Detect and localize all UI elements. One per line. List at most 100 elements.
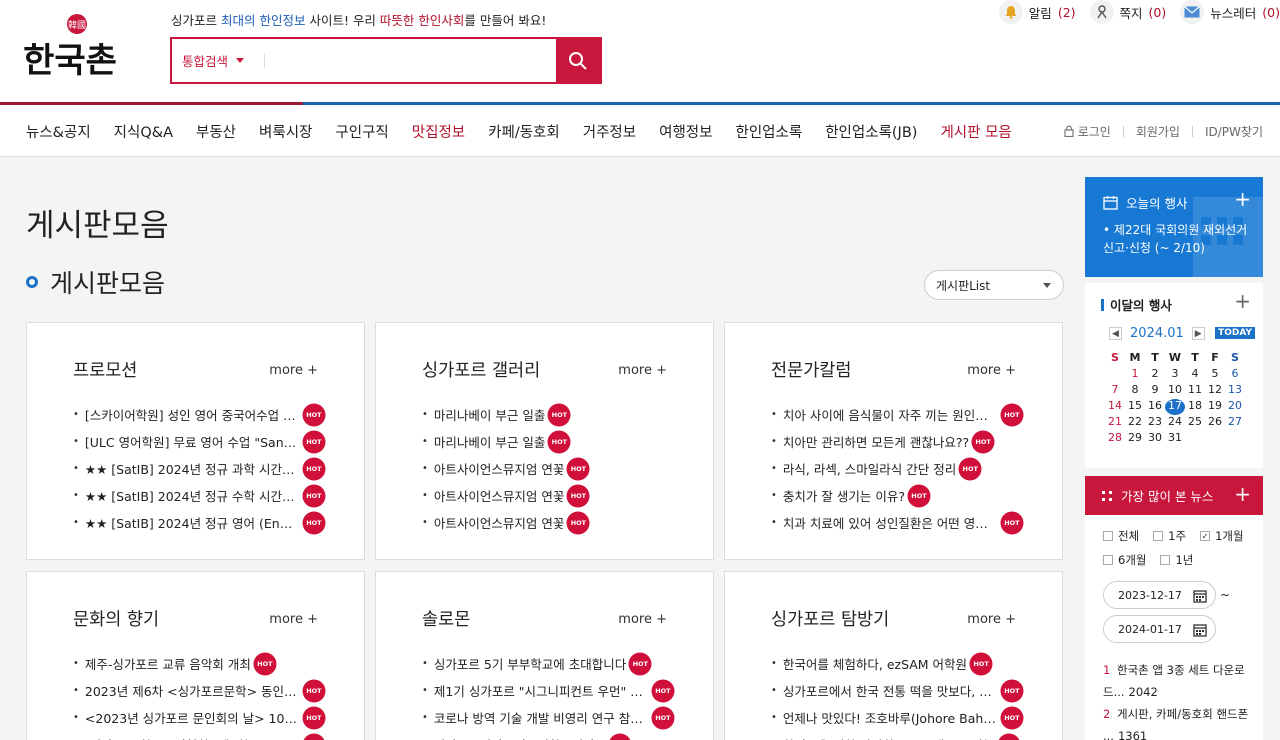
calendar-day[interactable]: 8 [1125, 383, 1145, 399]
news-title[interactable]: 한국촌 앱 3종 세트 다운로드... [1103, 663, 1245, 699]
list-item[interactable]: • 2023년 제6차 <싱가포르문학> 동인지 출간 HOT [73, 677, 335, 704]
calendar-day[interactable]: 11 [1185, 383, 1205, 399]
post-title[interactable]: 치과 치료에 있어 성인질환은 어떤 영향을 주나 [783, 513, 998, 532]
calendar-day[interactable]: 3 [1165, 367, 1185, 383]
calendar-day[interactable]: 13 [1225, 383, 1245, 399]
calendar-day[interactable]: 2 [1145, 367, 1165, 383]
list-item[interactable]: •[싱가포르 한국문인협회] 제4회 2023 문학상HOT [73, 731, 335, 740]
post-title[interactable]: 아트사이언스뮤지엄 연꽃 [434, 513, 564, 532]
message-link[interactable]: 쪽지 (0) [1089, 0, 1166, 24]
today-button[interactable]: TODAY [1215, 327, 1255, 339]
period-option[interactable]: 6개월 [1103, 552, 1146, 568]
calendar-icon[interactable] [1193, 623, 1207, 637]
more-link[interactable]: more + [269, 612, 318, 627]
period-option[interactable]: 1년 [1160, 552, 1193, 568]
popular-more-plus-icon[interactable]: + [1234, 482, 1251, 506]
calendar-day[interactable]: 15 [1125, 399, 1145, 415]
post-title[interactable]: 마리나베이 부근 일출 [434, 405, 545, 424]
login-link[interactable]: 로그인 [1078, 123, 1111, 140]
list-item[interactable]: • 치과 치료에 있어 성인질환은 어떤 영향을 주나HOT [771, 509, 1033, 536]
checkbox-icon[interactable] [1160, 555, 1171, 565]
post-title[interactable]: 언제나 맛있다! 조호바루(Johore Bahru) [783, 708, 998, 727]
nav-item-boards[interactable]: 게시판 모음 [940, 121, 1011, 142]
nav-item-realestate[interactable]: 부동산 [196, 121, 236, 142]
notification-link[interactable]: 알림 (2) [998, 0, 1076, 24]
calendar-day[interactable]: 23 [1145, 415, 1165, 431]
list-item[interactable]: • ★★ [SatIB] 2024년 정규 수학 시간표 안내 HOT [73, 482, 335, 509]
list-item[interactable]: • 마리나베이 부근 일출 HOT [422, 428, 684, 455]
post-title[interactable]: 치아만 관리하면 모든게 괜찮나요?? [783, 432, 969, 451]
calendar-day[interactable]: 4 [1185, 367, 1205, 383]
post-title[interactable]: [ULC 영어학원] 무료 영어 수업 "Sandy 선생님" [85, 432, 300, 451]
list-item[interactable]: • 싱가포르에서 한국 전통 떡을 맛보다, 떡집 HOT [771, 677, 1033, 704]
calendar-day[interactable]: 14 [1105, 399, 1125, 415]
list-item[interactable]: • 아트사이언스뮤지엄 연꽃 HOT [422, 482, 684, 509]
find-account-link[interactable]: ID/PW찾기 [1205, 123, 1263, 140]
search-button[interactable] [556, 39, 600, 82]
post-title[interactable]: 제주-싱가포르 교류 음악회 개최 [85, 654, 251, 673]
list-item[interactable]: • ★★ [SatIB] 2024년 정규 영어 (English) 안내HOT [73, 509, 335, 536]
post-title[interactable]: 충치가 잘 생기는 이유? [783, 486, 905, 505]
nav-item-qna[interactable]: 지식Q&A [114, 121, 173, 142]
post-title[interactable]: 마리나베이 부근 일출 [434, 432, 545, 451]
post-title[interactable]: ★★ [SatIB] 2024년 정규 수학 시간표 안내 [85, 486, 300, 505]
post-title[interactable]: 싱가포르에서 한국 전통 떡을 맛보다, 떡집 [783, 681, 998, 700]
list-item[interactable]: 2 게시판, 카페/동호회 핸드폰 ... 1361 [1103, 703, 1253, 740]
calendar-day[interactable]: 6 [1225, 367, 1245, 383]
board-card-title[interactable]: 솔로몬 [422, 606, 470, 631]
calendar-icon[interactable] [1193, 589, 1207, 603]
board-card-title[interactable]: 전문가칼럼 [771, 357, 852, 382]
list-item[interactable]: • 치아만 관리하면 모든게 괜찮나요?? HOT [771, 428, 1033, 455]
board-card-title[interactable]: 싱가포르 탐방기 [771, 606, 889, 631]
post-title[interactable]: 코로나 방역 기술 개발 비영리 연구 참가자 모집 [434, 708, 649, 727]
more-link[interactable]: more + [269, 363, 318, 378]
list-item[interactable]: • 라식, 라섹, 스마일라식 간단 정리 HOT [771, 455, 1033, 482]
signup-link[interactable]: 회원가입 [1136, 123, 1180, 140]
calendar-day[interactable]: 1 [1125, 367, 1145, 383]
board-card-title[interactable]: 프로모션 [73, 357, 137, 382]
newsletter-link[interactable]: 뉴스레터 (0) [1180, 0, 1280, 24]
calendar-day[interactable]: 9 [1145, 383, 1165, 399]
nav-item-restaurants[interactable]: 맛집정보 [412, 121, 465, 142]
list-item[interactable]: • 아트사이언스뮤지엄 연꽃 HOT [422, 509, 684, 536]
post-title[interactable]: ★★ [SatIB] 2024년 정규 과학 시간표 안내 [85, 459, 300, 478]
nav-item-directory-jb[interactable]: 한인업소록(JB) [825, 121, 917, 142]
calendar-day[interactable]: 26 [1205, 415, 1225, 431]
list-item[interactable]: • 한국어를 체험하다, ezSAM 어학원 HOT [771, 650, 1033, 677]
post-title[interactable]: [스카이어학원] 성인 영어 중국어수업 개강 [85, 405, 300, 424]
calendar-day[interactable]: 17 [1165, 399, 1185, 415]
more-link[interactable]: more + [618, 612, 667, 627]
list-item[interactable]: 1 한국촌 앱 3종 세트 다운로드... 2042 [1103, 659, 1253, 703]
calendar-day[interactable]: 7 [1105, 383, 1125, 399]
calendar-day[interactable]: 29 [1125, 431, 1145, 447]
post-title[interactable]: [싱가포르 한국문인협회] 제4회 2023 문학상 [85, 735, 300, 740]
date-to-field[interactable]: 2024-01-17 [1103, 615, 1216, 643]
calendar-day[interactable]: 27 [1225, 415, 1245, 431]
post-title[interactable]: 아트사이언스뮤지엄 연꽃 [434, 486, 564, 505]
nav-item-living[interactable]: 거주정보 [583, 121, 636, 142]
period-option[interactable]: 1주 [1153, 528, 1186, 544]
post-title[interactable]: 아트사이언스뮤지엄 연꽃 [434, 459, 564, 478]
calendar-day[interactable]: 10 [1165, 383, 1185, 399]
post-title[interactable]: ★★ [SatIB] 2024년 정규 영어 (English) 안내 [85, 513, 300, 532]
list-item[interactable]: • 코로나 방역 기술 개발 비영리 연구 참가자 모집HOT [422, 704, 684, 731]
post-title[interactable]: 싱가포르이라크정유원활주빈사로 [434, 735, 607, 740]
post-title[interactable]: <2023년 싱가포르 문인회의 날> 10월 개최 [85, 708, 300, 727]
board-card-title[interactable]: 문화의 향기 [73, 606, 159, 631]
calendar-day[interactable]: 28 [1105, 431, 1125, 447]
calendar-day[interactable]: 16 [1145, 399, 1165, 415]
calendar-day[interactable]: 12 [1205, 383, 1225, 399]
month-more-plus-icon[interactable]: + [1234, 289, 1251, 313]
more-link[interactable]: more + [618, 363, 667, 378]
period-option[interactable]: ✓ 1개월 [1200, 528, 1244, 544]
board-card-title[interactable]: 싱가포르 갤러리 [422, 357, 540, 382]
board-list-select[interactable]: 게시판List [924, 270, 1064, 300]
list-item[interactable]: • <2023년 싱가포르 문인회의 날> 10월 개최 HOT [73, 704, 335, 731]
more-link[interactable]: more + [967, 612, 1016, 627]
list-item[interactable]: • [스카이어학원] 성인 영어 중국어수업 개강 HOT [73, 401, 335, 428]
post-title[interactable]: 치아 사이에 음식물이 자주 끼는 원인과 해결 [783, 405, 998, 424]
more-link[interactable]: more + [967, 363, 1016, 378]
prev-month-icon[interactable]: ◀ [1109, 327, 1122, 340]
list-item[interactable]: • 싱가포르 5기 부부학교에 초대합니다 HOT [422, 650, 684, 677]
today-more-plus-icon[interactable]: + [1234, 187, 1251, 211]
